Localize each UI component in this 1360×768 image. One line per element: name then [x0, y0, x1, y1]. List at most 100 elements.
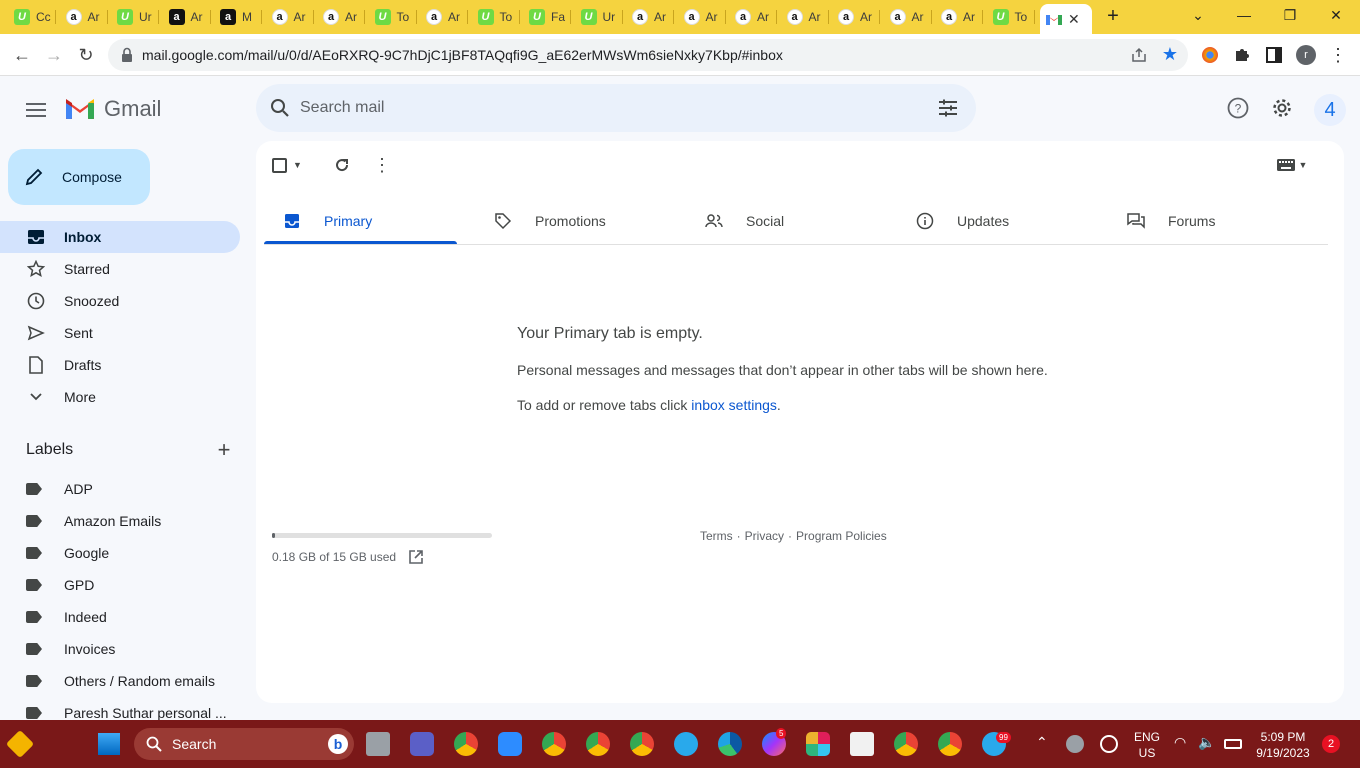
- terms-link[interactable]: Terms: [700, 529, 733, 543]
- extensions-puzzle-icon[interactable]: [1232, 45, 1252, 65]
- main-menu-icon[interactable]: [20, 94, 52, 126]
- sync-icon[interactable]: [1100, 735, 1118, 753]
- select-all-checkbox[interactable]: ▼: [272, 153, 312, 177]
- label-item[interactable]: Others / Random emails: [26, 665, 240, 697]
- label-item[interactable]: Invoices: [26, 633, 240, 665]
- tab-gmail-active[interactable]: ✕: [1040, 4, 1092, 34]
- browser-tab[interactable]: a Ar: [832, 4, 880, 30]
- browser-tab[interactable]: a Ar: [626, 4, 674, 30]
- tab-promotions[interactable]: Promotions: [475, 197, 685, 245]
- browser-tab[interactable]: a Ar: [420, 4, 468, 30]
- browser-tab[interactable]: a Ar: [678, 4, 726, 30]
- browser-menu-icon[interactable]: ⋮: [1328, 45, 1348, 65]
- open-external-icon[interactable]: [408, 549, 424, 565]
- browser-profile-avatar[interactable]: r: [1296, 45, 1316, 65]
- bookmark-star-icon[interactable]: ★: [1162, 44, 1178, 65]
- chrome-profile-a-icon[interactable]: [454, 732, 478, 756]
- volume-icon[interactable]: 🔈: [1198, 734, 1215, 750]
- address-bar[interactable]: mail.google.com/mail/u/0/d/AEoRXRQ-9C7hD…: [108, 39, 1188, 71]
- more-options-icon[interactable]: ⋮: [370, 153, 394, 177]
- label-item[interactable]: GPD: [26, 569, 240, 601]
- refresh-icon[interactable]: [330, 153, 354, 177]
- sidebar-item-more[interactable]: More: [0, 381, 240, 413]
- notification-count-badge[interactable]: 2: [1322, 735, 1340, 753]
- label-item[interactable]: Google: [26, 537, 240, 569]
- chrome-profile-r2-icon[interactable]: [938, 732, 962, 756]
- slack-icon[interactable]: [806, 732, 830, 756]
- taskbar-search[interactable]: Search b: [134, 728, 354, 760]
- telegram-icon[interactable]: [674, 732, 698, 756]
- chrome-profile-icon[interactable]: [542, 732, 566, 756]
- sidebar-item-drafts[interactable]: Drafts: [0, 349, 240, 381]
- language-indicator[interactable]: ENG US: [1132, 729, 1162, 761]
- battery-icon[interactable]: [1224, 739, 1242, 749]
- browser-tab[interactable]: a Ar: [781, 4, 829, 30]
- snipping-tool-icon[interactable]: [850, 732, 874, 756]
- browser-tab[interactable]: U Ur: [111, 4, 159, 30]
- browser-tab[interactable]: U Cc: [8, 4, 56, 30]
- compose-button[interactable]: Compose: [8, 149, 150, 205]
- browser-tab[interactable]: a Ar: [163, 4, 211, 30]
- add-label-icon[interactable]: +: [212, 437, 236, 463]
- browser-tab[interactable]: a Ar: [266, 4, 314, 30]
- account-avatar[interactable]: 4: [1314, 94, 1346, 126]
- zoom-icon[interactable]: [498, 732, 522, 756]
- browser-tab[interactable]: U To: [369, 4, 417, 30]
- sidebar-item-starred[interactable]: Starred: [0, 253, 240, 285]
- browser-tab[interactable]: a Ar: [935, 4, 983, 30]
- back-button[interactable]: ←: [10, 43, 34, 67]
- chrome-profile-r-active-icon[interactable]: [894, 732, 918, 756]
- chrome-profile-d-icon[interactable]: [586, 732, 610, 756]
- label-item[interactable]: ADP: [26, 473, 240, 505]
- reload-button[interactable]: ↻: [74, 43, 98, 67]
- search-icon[interactable]: [268, 96, 292, 120]
- browser-tab[interactable]: a Ar: [729, 4, 777, 30]
- start-menu-icon[interactable]: [98, 733, 120, 755]
- side-panel-icon[interactable]: [1264, 45, 1284, 65]
- sidebar-item-snoozed[interactable]: Snoozed: [0, 285, 240, 317]
- extension-color-icon[interactable]: [1200, 45, 1220, 65]
- forward-button[interactable]: →: [42, 43, 66, 67]
- sidebar-item-inbox[interactable]: Inbox: [0, 221, 240, 253]
- url-text[interactable]: mail.google.com/mail/u/0/d/AEoRXRQ-9C7hD…: [142, 47, 783, 63]
- search-options-icon[interactable]: [936, 96, 960, 120]
- program-policies-link[interactable]: Program Policies: [796, 529, 887, 543]
- settings-gear-icon[interactable]: [1270, 96, 1294, 120]
- onedrive-error-icon[interactable]: [1066, 735, 1084, 753]
- label-item[interactable]: Indeed: [26, 601, 240, 633]
- share-icon[interactable]: [1130, 46, 1148, 64]
- show-hidden-icons-chevron[interactable]: ⌃: [1036, 734, 1048, 750]
- input-tools-button[interactable]: ▼: [1272, 153, 1312, 177]
- tab-forums[interactable]: Forums: [1108, 197, 1318, 245]
- browser-tab[interactable]: U Fa: [523, 4, 571, 30]
- teams-chat-icon[interactable]: [410, 732, 434, 756]
- tab-social[interactable]: Social: [686, 197, 896, 245]
- browser-tab[interactable]: U To: [987, 4, 1035, 30]
- sidebar-item-sent[interactable]: Sent: [0, 317, 240, 349]
- maximize-button[interactable]: ❐: [1270, 4, 1310, 26]
- privacy-link[interactable]: Privacy: [745, 529, 784, 543]
- clock[interactable]: 5:09 PM 9/19/2023: [1250, 729, 1316, 761]
- help-icon[interactable]: ?: [1226, 96, 1250, 120]
- minimize-button[interactable]: —: [1224, 4, 1264, 26]
- tab-search-chevron-icon[interactable]: ⌄: [1178, 4, 1218, 26]
- browser-tab[interactable]: a Ar: [884, 4, 932, 30]
- browser-tab[interactable]: aM: [214, 4, 262, 30]
- close-window-button[interactable]: ✕: [1316, 4, 1356, 26]
- tab-primary[interactable]: Primary: [264, 197, 474, 245]
- tab-updates[interactable]: Updates: [897, 197, 1107, 245]
- browser-tab[interactable]: a Ar: [60, 4, 108, 30]
- edge-icon[interactable]: [718, 732, 742, 756]
- wifi-icon[interactable]: ◠: [1174, 734, 1186, 750]
- task-view-icon[interactable]: [366, 732, 390, 756]
- browser-tab[interactable]: a Ar: [317, 4, 365, 30]
- inbox-settings-link[interactable]: inbox settings: [691, 397, 777, 413]
- search-input[interactable]: [300, 94, 900, 122]
- close-tab-icon[interactable]: ✕: [1068, 11, 1080, 28]
- new-tab-button[interactable]: +: [1100, 6, 1126, 28]
- widgets-icon[interactable]: [5, 729, 35, 759]
- browser-tab[interactable]: U Ur: [575, 4, 623, 30]
- browser-tab[interactable]: U To: [472, 4, 520, 30]
- gmail-logo[interactable]: Gmail: [64, 96, 161, 122]
- label-item[interactable]: Amazon Emails: [26, 505, 240, 537]
